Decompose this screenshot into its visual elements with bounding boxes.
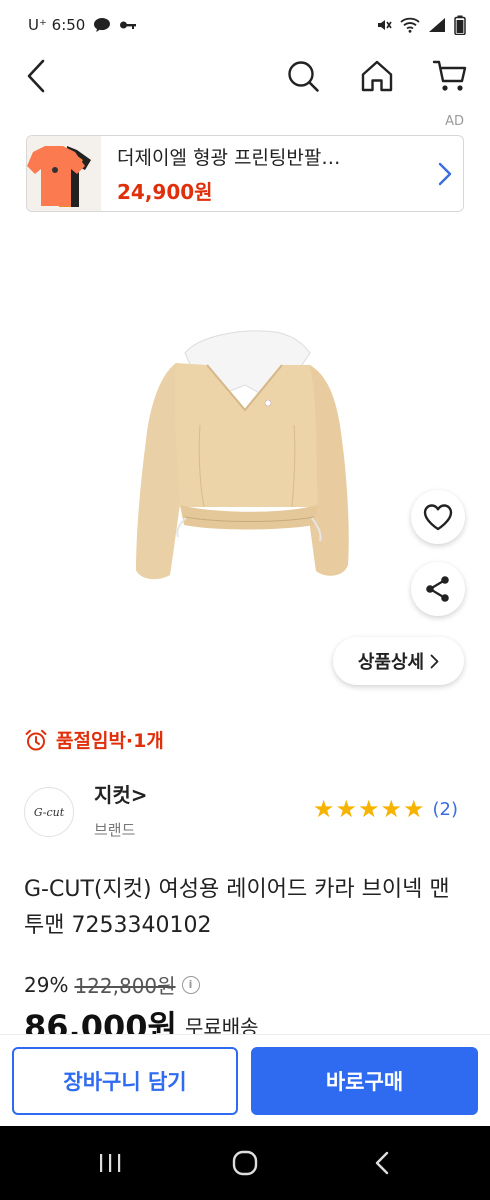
discount-row: 29% 122,800원 i [24,970,200,999]
home-circle-icon [232,1150,258,1176]
carrier-time: U⁺ 6:50 [28,16,86,34]
brand-row: G-cut 지컷> 브랜드 ★ ★ ★ ★ ★ (2) [24,782,466,842]
recent-apps-icon [100,1154,121,1172]
signal-icon [429,18,445,32]
action-bar: 장바구니 담기 바로구매 [0,1034,490,1126]
chevron-right-icon [430,654,439,668]
ad-banner[interactable]: 더제이엘 형광 프린팅반팔… 24,900원 [26,135,464,212]
brand-name-link[interactable]: 지컷> [94,779,148,808]
discount-rate: 29% [24,972,69,997]
ad-thumbnail [27,136,101,211]
mute-icon [378,20,392,30]
back-button[interactable] [14,54,58,98]
product-detail-button[interactable]: 상품상세 [333,637,464,685]
ad-text: 더제이엘 형광 프린팅반팔… 24,900원 [101,143,427,205]
search-icon [288,61,319,92]
ad-title: 더제이엘 형광 프린팅반팔… [117,146,341,169]
ad-tshirt-image [27,136,101,211]
info-icon[interactable]: i [181,975,200,994]
heart-icon [423,504,453,531]
alarm-clock-icon [25,729,47,750]
back-chevron-icon [375,1151,389,1175]
status-right [376,15,466,35]
original-price: 122,800원 [74,974,176,998]
shipping-label: 무료배송 [184,1015,259,1034]
add-to-cart-button[interactable]: 장바구니 담기 [12,1047,238,1115]
back-nav-button[interactable] [362,1146,402,1180]
price-row: 86,000원 무료배송 [24,1008,259,1034]
star-icon: ★ [357,795,380,823]
ad-chevron-button[interactable] [427,162,463,186]
cart-button[interactable] [428,54,472,98]
sale-price: 86,000원 [24,1008,177,1034]
product-title: G-CUT(지컷) 여성용 레이어드 카라 브이넥 맨투맨 7253340102 [24,877,450,938]
star-icon: ★ [335,795,357,823]
chat-bubble-icon [94,18,111,32]
chevron-right-icon [438,162,452,185]
system-nav-bar [0,1126,490,1200]
home-nav-button[interactable] [225,1146,265,1180]
back-arrow-icon [27,59,45,93]
review-count[interactable]: (2) [433,799,459,820]
wifi-icon [400,17,420,33]
search-button[interactable] [281,54,325,98]
home-icon [361,60,393,92]
buy-now-button[interactable]: 바로구매 [251,1047,478,1115]
recent-apps-button[interactable] [90,1146,130,1180]
star-icon: ★ [380,795,402,823]
ad-label: AD [445,114,464,129]
home-button[interactable] [355,54,399,98]
key-icon [120,21,137,29]
status-bar: U⁺ 6:50 [0,0,490,50]
status-left: U⁺ 6:50 [28,16,137,34]
star-icon: ★ [312,795,335,823]
wishlist-button[interactable] [411,490,465,544]
brand-logo-text: G-cut [33,805,65,819]
battery-icon [454,15,466,35]
product-detail-label: 상품상세 [357,652,425,673]
brand-logo[interactable]: G-cut [24,787,74,837]
cart-icon [432,60,467,91]
share-button[interactable] [411,562,465,616]
top-nav [0,50,490,102]
ad-price: 24,900원 [117,179,213,204]
stock-alert: 품절임박·1개 [24,726,164,753]
share-icon [426,576,449,602]
brand-sub-label: 브랜드 [94,821,136,839]
stock-alert-text: 품절임박·1개 [56,730,164,752]
star-icon: ★ [402,795,425,823]
rating[interactable]: ★ ★ ★ ★ ★ (2) [313,797,458,821]
